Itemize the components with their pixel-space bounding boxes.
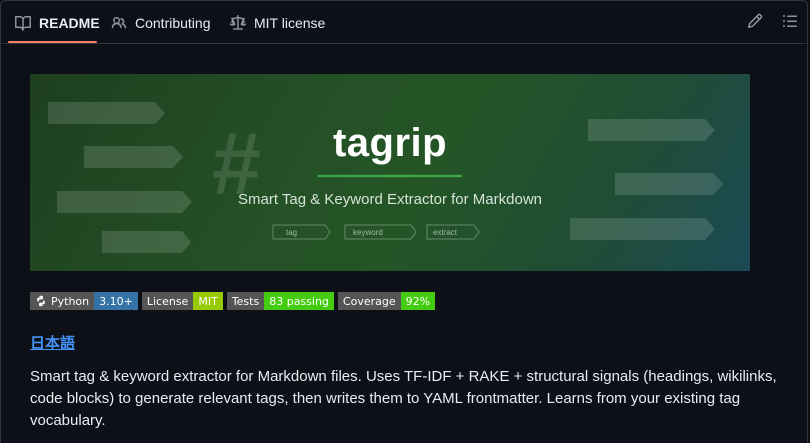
tab-label: README [39, 14, 100, 31]
badge-label: Python [51, 294, 90, 308]
japanese-readme-link[interactable]: 日本語 [30, 332, 75, 353]
active-tab-indicator [8, 41, 97, 43]
tests-badge[interactable]: Tests 83 passing [226, 292, 334, 310]
tab-label: Contributing [135, 14, 211, 31]
law-icon [230, 14, 246, 30]
badge-value: MIT [193, 292, 223, 310]
badge-label: Tests [226, 292, 265, 310]
banner-decoration: # [48, 102, 723, 253]
chip-tag: tag [286, 228, 298, 237]
tab-bar: README Contributing MIT license [1, 1, 807, 44]
license-badge[interactable]: License MIT [141, 292, 223, 310]
chip-extract: extract [433, 228, 458, 237]
project-banner: # tagrip Smart Tag & Keyword Extractor f… [30, 74, 750, 271]
tab-readme[interactable]: README [15, 1, 100, 44]
project-title: tagrip [332, 121, 448, 165]
project-description: Smart tag & keyword extractor for Markdo… [30, 368, 777, 429]
pencil-icon [747, 13, 763, 29]
chip-keyword: keyword [353, 228, 383, 237]
tab-contributing[interactable]: Contributing [111, 1, 211, 44]
python-icon [37, 295, 45, 307]
people-icon [111, 16, 127, 28]
badge-value: 92% [400, 292, 436, 310]
badge-value: 83 passing [264, 292, 334, 310]
outline-button[interactable] [782, 13, 800, 31]
coverage-badge[interactable]: Coverage 92% [337, 292, 436, 310]
badge-value: 3.10+ [94, 292, 138, 310]
tab-label: MIT license [254, 14, 326, 31]
badge-label: License [141, 292, 194, 310]
book-icon [15, 15, 31, 31]
tab-mit-license[interactable]: MIT license [230, 1, 325, 44]
badge-row: Python 3.10+ License MIT Tests 83 passin… [30, 292, 436, 310]
edit-button[interactable] [747, 13, 765, 31]
readme-panel: README Contributing MIT license # tagrip… [0, 0, 808, 443]
badge-label: Coverage [337, 292, 401, 310]
project-subtitle: Smart Tag & Keyword Extractor for Markdo… [238, 191, 542, 208]
python-badge[interactable]: Python 3.10+ [30, 292, 138, 310]
list-icon [783, 15, 797, 27]
